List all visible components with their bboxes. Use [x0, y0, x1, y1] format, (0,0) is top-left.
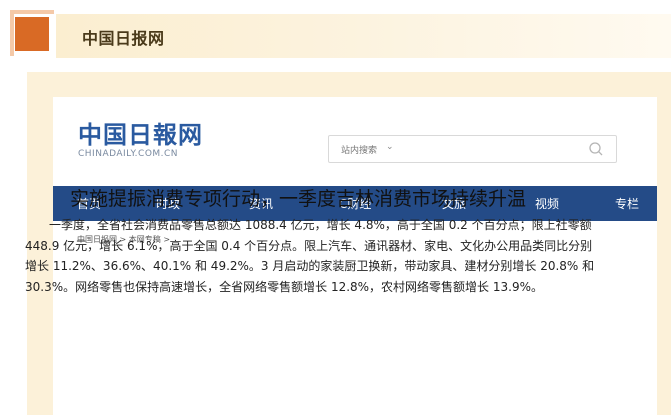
- nav-item-video[interactable]: 视频: [535, 195, 559, 212]
- accent-square: [15, 17, 49, 51]
- logo-english: CHINADAILY.COM.CN: [78, 149, 179, 159]
- article-title: 实施提振消费专项行动，一季度吉林消费市场持续升温: [70, 188, 527, 210]
- logo-chinese: 中国日報网: [78, 120, 203, 149]
- section-header: 中国日报网: [56, 14, 671, 58]
- search-icon[interactable]: [588, 141, 604, 157]
- section-title: 中国日报网: [82, 29, 165, 48]
- article-body: 一季度，全省社会消费品零售总额达 1088.4 亿元，增长 4.8%，高于全国 …: [25, 218, 595, 294]
- nav-item-columns[interactable]: 专栏: [615, 195, 639, 212]
- decor-line: [10, 10, 54, 14]
- decor-line: [10, 10, 14, 56]
- search-box[interactable]: 站内搜索 ⌄: [328, 135, 617, 163]
- chevron-down-icon[interactable]: ⌄: [386, 142, 394, 152]
- site-logo[interactable]: 中国日報网 CHINADAILY.COM.CN: [78, 120, 203, 160]
- search-scope-label[interactable]: 站内搜索: [341, 143, 377, 156]
